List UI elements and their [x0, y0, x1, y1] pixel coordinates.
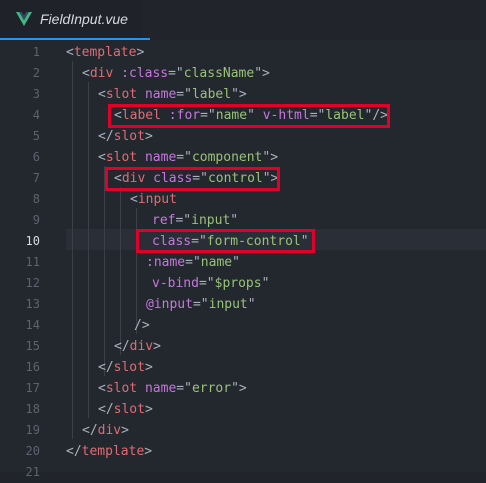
code-line[interactable]: </template>	[66, 441, 152, 462]
code-token: <	[98, 150, 106, 165]
code-line[interactable]: </slot>	[98, 399, 153, 420]
code-line[interactable]: <input	[130, 189, 177, 210]
code-token: input	[191, 213, 231, 228]
highlight-box-control	[105, 167, 280, 191]
code-token: >	[144, 129, 153, 144]
code-token: </	[66, 444, 82, 459]
code-token: </	[82, 423, 98, 438]
code-line[interactable]: </div>	[114, 336, 161, 357]
code-token: className	[183, 66, 255, 81]
code-token: v-bind	[152, 276, 199, 291]
code-token: <	[98, 381, 106, 396]
code-token: >	[121, 423, 129, 438]
code-token: slot	[113, 360, 145, 375]
code-token: />	[134, 318, 150, 333]
code-token: ref	[152, 213, 176, 228]
code-token: ">	[254, 66, 270, 81]
code-token: ">	[231, 381, 247, 396]
code-token: name	[144, 87, 177, 102]
code-token: $props	[214, 276, 262, 291]
code-token: ">	[262, 150, 279, 165]
code-token: div	[89, 66, 122, 81]
code-token: div	[129, 339, 154, 354]
code-token: slot	[105, 381, 145, 396]
code-token: >	[144, 444, 153, 459]
code-token: >	[144, 360, 153, 375]
code-token: ="	[176, 87, 192, 102]
code-line[interactable]: v-bind="$props"	[152, 273, 269, 294]
code-token: >	[136, 45, 145, 60]
code-token: "	[261, 276, 270, 291]
code-token: slot	[105, 150, 145, 165]
code-token: <	[130, 192, 138, 207]
code-token: name	[200, 255, 233, 270]
code-token: <	[66, 45, 74, 60]
code-token: :name	[146, 255, 186, 270]
code-token: </	[98, 402, 114, 417]
code-token: ="	[198, 276, 215, 291]
code-line[interactable]: />	[134, 315, 150, 336]
code-line[interactable]: <slot name="component">	[98, 147, 278, 168]
code-token: slot	[105, 87, 145, 102]
code-token: "	[232, 255, 240, 270]
code-token: </	[98, 129, 114, 144]
code-line[interactable]: <slot name="error">	[98, 378, 247, 399]
code-token: div	[97, 423, 122, 438]
code-line[interactable]: :name="name"	[146, 252, 240, 273]
tab-fieldinput[interactable]: FieldInput.vue	[0, 0, 142, 38]
code-token: ">	[231, 87, 247, 102]
code-token: ="	[176, 381, 192, 396]
highlight-box-form-control	[136, 229, 315, 253]
code-token: >	[153, 339, 161, 354]
code-line[interactable]: @input="input"	[146, 294, 256, 315]
code-token: ="	[192, 297, 209, 312]
code-line[interactable]: <slot name="label">	[98, 84, 247, 105]
code-token: >	[144, 402, 153, 417]
code-token: :class	[121, 66, 169, 81]
code-token: <	[82, 66, 90, 81]
vue-icon	[16, 12, 32, 26]
code-token: <	[98, 87, 106, 102]
code-token: slot	[113, 402, 145, 417]
code-token: "	[230, 213, 239, 228]
code-line[interactable]: </slot>	[98, 126, 153, 147]
tab-title: FieldInput.vue	[40, 11, 128, 27]
code-token: error	[191, 381, 232, 396]
code-line[interactable]: <div :class="className">	[82, 63, 270, 84]
code-token: @input	[146, 297, 193, 312]
code-line[interactable]: <template>	[66, 42, 144, 63]
code-token: slot	[113, 129, 145, 144]
code-token: name	[144, 381, 177, 396]
code-line[interactable]: ref="input"	[152, 210, 238, 231]
code-token: label	[191, 87, 232, 102]
code-editor[interactable]: 1 2 3 4 5 6 7 8 9 10 11 12 13 14 15 16 17 18 19 20 21 <templ…	[0, 40, 486, 479]
code-token: </	[98, 360, 114, 375]
code-token: </	[114, 339, 130, 354]
code-token: template	[73, 45, 137, 60]
code-token: input	[137, 192, 177, 207]
code-token: input	[208, 297, 248, 312]
code-line[interactable]: </slot>	[98, 357, 153, 378]
code-token: ="	[175, 213, 192, 228]
code-token: component	[191, 150, 263, 165]
code-line[interactable]: </div>	[82, 420, 129, 441]
code-token: ="	[185, 255, 201, 270]
code-token: template	[81, 444, 145, 459]
code-token: ="	[168, 66, 184, 81]
highlight-box-label	[108, 104, 390, 128]
code-token: ="	[176, 150, 192, 165]
tab-bar: FieldInput.vue	[0, 0, 486, 40]
code-token: "	[247, 297, 256, 312]
code-token: name	[144, 150, 177, 165]
